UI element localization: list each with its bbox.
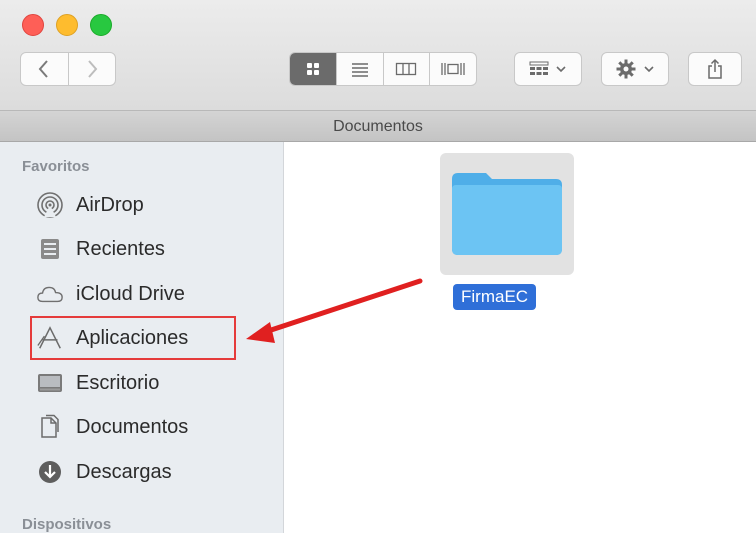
folder-name-label[interactable]: FirmaEC — [453, 284, 537, 310]
action-button[interactable] — [601, 52, 669, 86]
cloud-icon — [36, 280, 64, 308]
applications-icon — [36, 324, 64, 352]
sidebar-item-label: Aplicaciones — [76, 326, 189, 349]
recents-icon — [36, 235, 64, 263]
airdrop-icon — [36, 191, 64, 219]
chevron-right-icon — [87, 60, 98, 78]
forward-button[interactable] — [67, 53, 116, 85]
toolbar — [0, 0, 756, 110]
sidebar-item-descargas[interactable]: Descargas — [36, 455, 172, 489]
icon-view-icon — [306, 63, 319, 75]
back-button[interactable] — [21, 53, 68, 85]
folder-icon — [452, 173, 562, 255]
sidebar-item-label: iCloud Drive — [76, 282, 185, 305]
gallery-view-button[interactable] — [429, 53, 476, 85]
downloads-icon — [36, 458, 64, 486]
list-view-icon — [351, 63, 368, 77]
documents-icon — [36, 413, 64, 441]
sidebar-item-label: Escritorio — [76, 371, 160, 394]
share-button[interactable] — [688, 52, 742, 86]
navigation-group — [20, 52, 116, 86]
sidebar-item-documentos[interactable]: Documentos — [36, 410, 188, 444]
sidebar-item-aplicaciones[interactable]: Aplicaciones — [36, 321, 188, 355]
zoom-window-button[interactable] — [90, 14, 112, 36]
desktop-icon — [36, 369, 64, 397]
share-icon — [708, 58, 722, 79]
chevron-down-icon — [556, 66, 566, 73]
grid-arrange-icon — [529, 61, 549, 75]
arrange-button[interactable] — [514, 52, 582, 86]
chevron-left-icon — [38, 60, 49, 78]
chevron-down-icon — [644, 66, 654, 73]
folder-item-firmaec[interactable] — [440, 153, 574, 275]
icon-view-button[interactable] — [290, 53, 336, 85]
title-bar: Documentos — [0, 110, 756, 142]
sidebar-item-icloud-drive[interactable]: iCloud Drive — [36, 277, 185, 311]
devices-section-title: Dispositivos — [22, 516, 112, 533]
view-mode-group — [289, 52, 477, 86]
gallery-view-icon — [441, 63, 465, 75]
favorites-section-title: Favoritos — [22, 158, 90, 175]
minimize-window-button[interactable] — [56, 14, 78, 36]
sidebar-item-label: AirDrop — [76, 193, 144, 216]
sidebar-item-recientes[interactable]: Recientes — [36, 232, 165, 266]
window-title: Documentos — [333, 118, 423, 135]
gear-icon — [616, 59, 636, 79]
sidebar-item-label: Documentos — [76, 415, 189, 438]
close-window-button[interactable] — [22, 14, 44, 36]
list-view-button[interactable] — [335, 53, 383, 85]
column-view-icon — [396, 62, 417, 76]
sidebar-item-escritorio[interactable]: Escritorio — [36, 366, 159, 400]
sidebar-item-label: Descargas — [76, 460, 172, 483]
sidebar-item-airdrop[interactable]: AirDrop — [36, 188, 144, 222]
column-view-button[interactable] — [382, 53, 430, 85]
sidebar-item-label: Recientes — [76, 237, 165, 260]
